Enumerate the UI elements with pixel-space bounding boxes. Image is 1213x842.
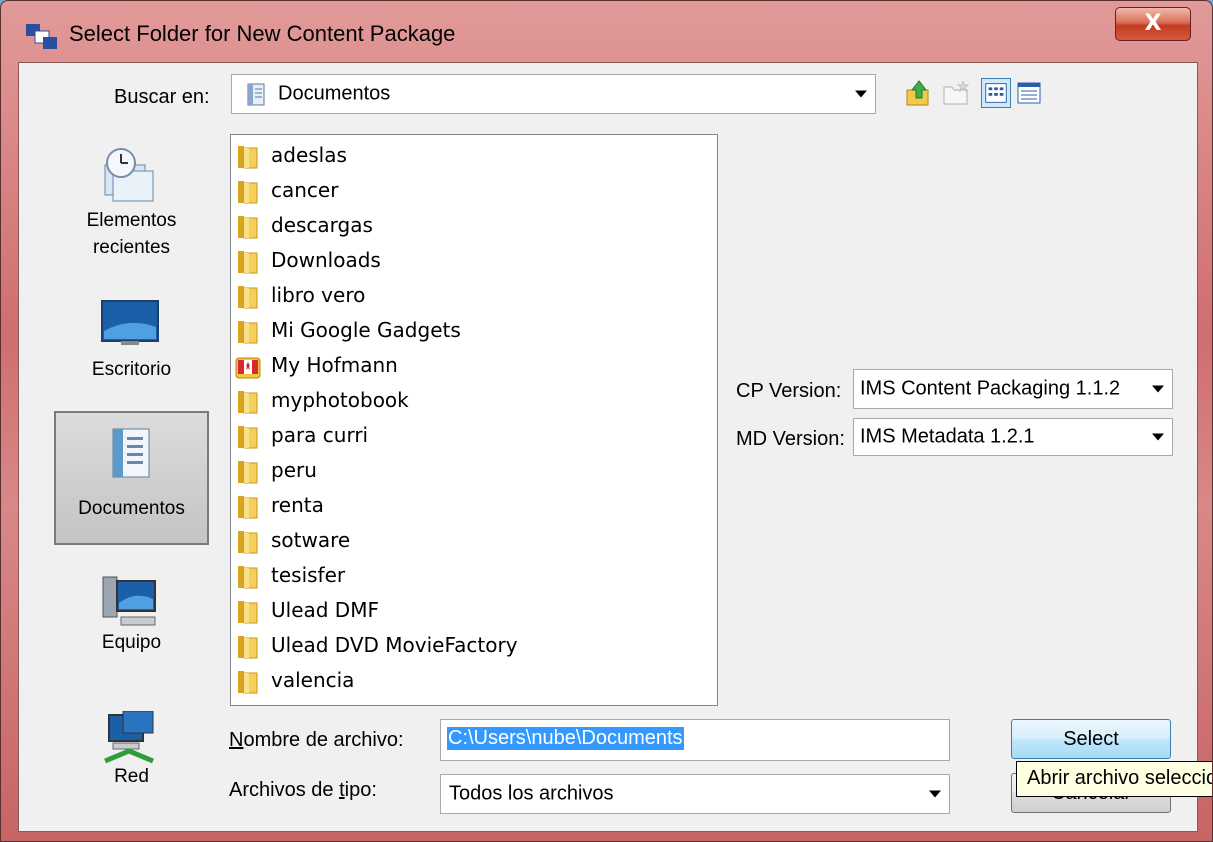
folder-icon [235,459,261,485]
file-list-item[interactable]: Downloads [235,245,705,279]
folder-icon [235,249,261,275]
up-folder-icon[interactable] [904,78,934,108]
folder-icon [235,494,261,520]
file-name: cancer [271,178,339,202]
file-list-item[interactable]: valencia [235,665,705,699]
new-folder-icon[interactable] [941,78,971,108]
folder-icon [235,214,261,240]
folder-icon [235,144,261,170]
place-documents[interactable]: Documentos [54,411,209,545]
filename-input[interactable]: C:\Users\nube\Documents [440,719,950,761]
dialog-client-area: Buscar en: Documentos Elementos reciente… [18,62,1198,832]
select-button[interactable]: Select [1011,719,1171,759]
file-list-item[interactable]: descargas [235,210,705,244]
file-list-item[interactable]: renta [235,490,705,524]
place-recent-items[interactable]: Elementos recientes [54,135,209,269]
dialog-window: Select Folder for New Content Package X … [0,0,1213,842]
filename-label: Nombre de archivo: [229,729,404,751]
file-list-item[interactable]: Ulead DVD MovieFactory [235,630,705,664]
desktop-icon [101,300,159,345]
file-list-item[interactable]: para curri [235,420,705,454]
folder-icon [235,319,261,345]
md-version-dropdown[interactable]: IMS Metadata 1.2.1 [853,418,1173,456]
computer-icon [102,576,156,626]
documents-icon [112,428,150,478]
title-bar[interactable]: Select Folder for New Content Package X [1,1,1212,63]
chevron-down-icon [929,790,941,798]
place-label: Elementos [86,210,177,231]
file-name: Ulead DMF [271,598,379,622]
cp-version-label: CP Version: [736,380,842,402]
cp-version-value: IMS Content Packaging 1.1.2 [860,377,1121,400]
app-icon [26,24,57,49]
place-computer[interactable]: Equipo [54,563,209,697]
select-tooltip: Abrir archivo seleccionado [1016,761,1212,797]
file-name: libro vero [271,283,366,307]
md-version-value: IMS Metadata 1.2.1 [860,425,1035,448]
file-list-item[interactable]: My Hofmann [235,350,705,384]
filename-value: C:\Users\nube\Documents [447,727,684,750]
file-name: valencia [271,668,355,692]
file-name: Mi Google Gadgets [271,318,461,342]
chevron-down-icon [855,90,867,98]
file-list-item[interactable]: sotware [235,525,705,559]
file-name: para curri [271,423,369,447]
place-label: Escritorio [91,359,172,380]
window-title: Select Folder for New Content Package [69,21,456,46]
folder-icon [235,564,261,590]
file-list-item[interactable]: tesisfer [235,560,705,594]
place-desktop[interactable]: Escritorio [54,281,209,415]
place-label: Equipo [101,632,162,653]
recent-items-icon [104,148,154,202]
place-label: Red [114,766,149,787]
file-list-item[interactable]: cancer [235,175,705,209]
file-name: adeslas [271,143,347,167]
lookin-dropdown[interactable]: Documentos [231,74,876,114]
filetype-label: Archivos de tipo: [229,779,377,801]
folder-icon [235,599,261,625]
place-label-line2: recientes [92,237,171,258]
folder-icon [235,529,261,555]
filetype-value: Todos los archivos [449,782,614,805]
file-name: sotware [271,528,351,552]
list-view-icon[interactable] [981,78,1011,108]
file-list-item[interactable]: adeslas [235,140,705,174]
file-list-item[interactable]: Ulead DMF [235,595,705,629]
folder-icon [235,424,261,450]
file-name: peru [271,458,317,482]
file-list-item[interactable]: libro vero [235,280,705,314]
md-version-label: MD Version: [736,428,845,450]
place-label: Documentos [78,498,185,519]
file-list-item[interactable]: peru [235,455,705,489]
file-name: renta [271,493,324,517]
file-list[interactable]: adeslas cancer descargas Downloads libro ver… [230,134,718,706]
place-network[interactable]: Red [54,701,209,835]
hofmann-app-icon [235,354,261,380]
chevron-down-icon [1152,433,1164,441]
places-bar: Elementos recientes Escritorio Documento… [54,135,209,805]
close-button[interactable]: X [1115,7,1191,41]
documents-small-icon [247,83,265,106]
lookin-value: Documentos [278,82,391,105]
chevron-down-icon [1152,385,1164,393]
file-name: descargas [271,213,373,237]
filetype-dropdown[interactable]: Todos los archivos [440,774,950,814]
details-view-icon[interactable] [1014,78,1044,108]
file-name: myphotobook [271,388,409,412]
folder-icon [235,634,261,660]
file-name: My Hofmann [271,353,398,377]
folder-icon [235,389,261,415]
lookin-label: Buscar en: [114,86,210,108]
file-name: tesisfer [271,563,346,587]
file-list-item[interactable]: Mi Google Gadgets [235,315,705,349]
folder-icon [235,669,261,695]
folder-icon [235,179,261,205]
file-name: Ulead DVD MovieFactory [271,633,518,657]
folder-icon [235,284,261,310]
file-name: Downloads [271,248,381,272]
cp-version-dropdown[interactable]: IMS Content Packaging 1.1.2 [853,369,1173,409]
file-list-item[interactable]: myphotobook [235,385,705,419]
